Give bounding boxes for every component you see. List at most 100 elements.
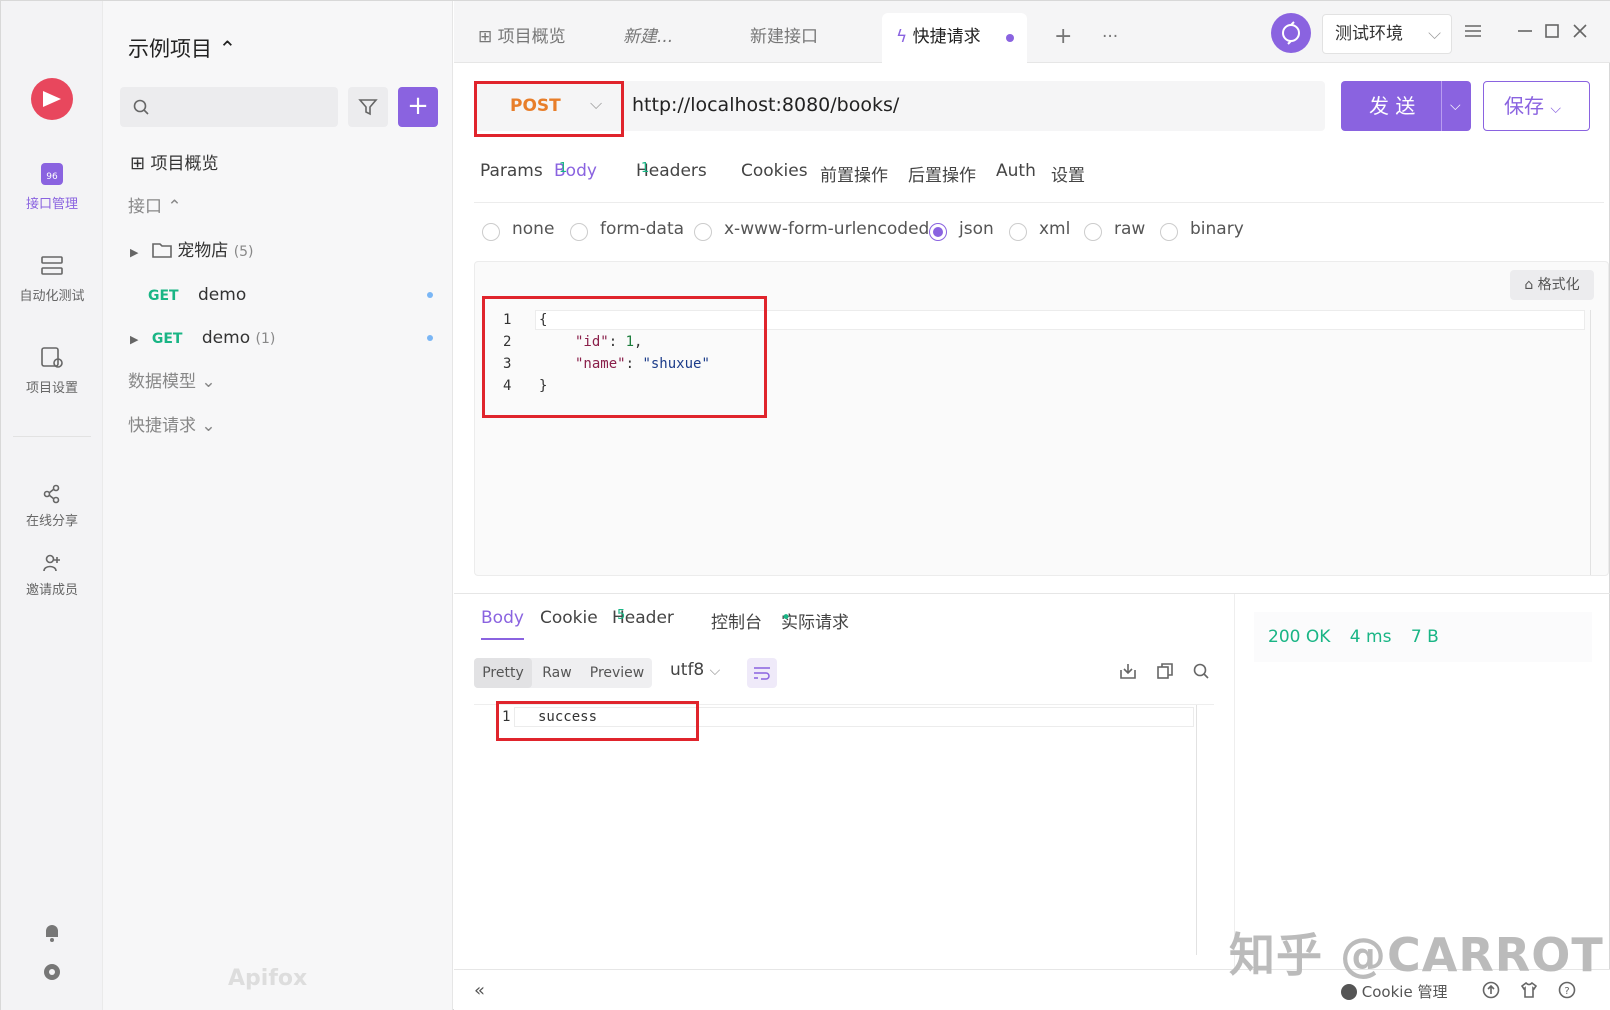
radio-none[interactable] (482, 223, 500, 241)
tree-search-input[interactable] (120, 87, 338, 127)
tree-folder[interactable]: ▶ 宠物店 (5) (103, 236, 453, 266)
radio-label: xml (1039, 219, 1071, 239)
rail-divider (13, 436, 91, 437)
radio-label: binary (1190, 219, 1244, 239)
folder-count: (5) (233, 244, 254, 260)
grid-icon: ⊞ (478, 27, 493, 47)
cookie-label: Cookie 管理 (1361, 983, 1448, 1001)
rail-item-label: 项目设置 (25, 381, 78, 396)
menu-icon[interactable] (1464, 23, 1482, 43)
chevron-down-icon[interactable]: ⌵ (1450, 81, 1461, 131)
tree-item-label: demo (201, 328, 251, 348)
main-panel: ⊞ 项目概览 新建... 新建接口 ϟ 快捷请求 + ··· 测试环境 ⌵ PO… (454, 1, 1610, 1010)
watermark: 知乎 @CARROT (1229, 928, 1604, 982)
radio-json[interactable] (929, 223, 947, 241)
rail-item-automation[interactable]: 自动化测试 (1, 253, 103, 304)
encoding-select[interactable]: utf8 ⌵ (670, 660, 720, 680)
copy-icon[interactable] (1156, 662, 1174, 684)
save-button[interactable]: 保存 ⌵ (1483, 81, 1590, 131)
tab-new[interactable]: 新建... (609, 13, 687, 63)
tree-section-api[interactable]: 接口 ⌃ (103, 192, 453, 222)
download-icon[interactable] (1119, 662, 1137, 684)
response-body-viewer[interactable]: 1 success (474, 704, 1214, 955)
project-tree-panel: 示例项目 ⌃ + ⊞ 项目概览 接口 ⌃ ▶ 宠物店 (5) GET demo … (103, 1, 453, 1010)
view-mode-toggle: Pretty Raw Preview (474, 658, 652, 688)
radio-urlencoded[interactable] (694, 223, 712, 241)
wrap-icon (754, 667, 770, 680)
rail-item-share[interactable]: 在线分享 (1, 484, 103, 529)
svg-text:96: 96 (46, 172, 58, 182)
minimize-icon[interactable] (1517, 23, 1533, 43)
method-tag: GET (148, 288, 179, 304)
project-settings-icon (39, 345, 65, 371)
tree-item-label: 项目概览 (150, 154, 219, 174)
project-switcher[interactable]: 示例项目 ⌃ (128, 33, 236, 63)
rail-item-api[interactable]: 96 接口管理 (1, 161, 103, 212)
panel-divider (1234, 594, 1235, 970)
radio-label: raw (1114, 219, 1146, 239)
wrap-toggle[interactable] (747, 658, 777, 688)
send-divider (1441, 81, 1442, 131)
search-icon[interactable] (1192, 662, 1210, 684)
gear-icon[interactable] (41, 961, 63, 987)
view-pretty[interactable]: Pretty (474, 658, 532, 688)
tab-overview[interactable]: ⊞ 项目概览 (464, 13, 580, 63)
grid-icon: ⊞ (130, 153, 146, 174)
send-label: 发 送 (1369, 94, 1416, 118)
format-button[interactable]: ⌂ 格式化 (1510, 270, 1594, 300)
tab-quick-request[interactable]: ϟ 快捷请求 (882, 13, 1027, 63)
editor-scrollbar[interactable] (1590, 310, 1608, 575)
maximize-icon[interactable] (1544, 23, 1560, 43)
response-time: 4 ms (1349, 627, 1392, 647)
filter-button[interactable] (348, 87, 388, 127)
rail-item-project-settings[interactable]: 项目设置 (1, 345, 103, 396)
filter-icon (358, 99, 378, 116)
tree-section-models[interactable]: 数据模型 ⌄ (103, 367, 453, 397)
send-button[interactable]: 发 送 ⌵ (1341, 81, 1471, 131)
tab-bar: ⊞ 项目概览 新建... 新建接口 ϟ 快捷请求 + ··· 测试环境 ⌵ (454, 1, 1610, 63)
tree-item-demo-2[interactable]: ▶ GET demo (1) (103, 323, 453, 353)
chevron-down-icon: ⌵ (1550, 101, 1561, 117)
bell-icon[interactable] (41, 921, 63, 947)
new-tab-button[interactable]: + (1040, 13, 1086, 63)
rail-item-label: 接口管理 (25, 197, 78, 212)
add-button[interactable]: + (398, 87, 438, 127)
rail-item-label: 邀请成员 (25, 583, 78, 598)
environment-select[interactable]: 测试环境 ⌵ (1322, 14, 1452, 54)
close-icon[interactable] (1572, 23, 1588, 43)
response-status-bar: 200 OK 4 ms 7 B (1254, 612, 1592, 662)
tree-section-quick[interactable]: 快捷请求 ⌄ (103, 411, 453, 441)
unsaved-dot (1006, 34, 1014, 42)
radio-xml[interactable] (1009, 223, 1027, 241)
response-scrollbar[interactable] (1196, 705, 1214, 955)
url-input[interactable]: http://localhost:8080/books/ (632, 94, 899, 116)
more-tabs-button[interactable]: ··· (1088, 13, 1132, 63)
unsaved-dot (427, 335, 433, 341)
format-icon: ⌂ (1524, 277, 1534, 293)
resp-tab-cookie[interactable]: Cookie (540, 608, 598, 628)
cookie-icon (1341, 984, 1357, 1000)
view-raw[interactable]: Raw (532, 658, 582, 688)
resp-tab-body[interactable]: Body (481, 608, 524, 640)
view-preview[interactable]: Preview (582, 658, 652, 688)
tree-item-overview[interactable]: ⊞ 项目概览 (103, 149, 453, 179)
caret-right-icon: ▶ (130, 246, 139, 259)
rail-item-label: 在线分享 (25, 514, 78, 529)
encoding-label: utf8 (670, 660, 705, 680)
rail-item-invite[interactable]: 邀请成员 (1, 553, 103, 598)
response-size: 7 B (1410, 627, 1439, 647)
side-rail: 96 接口管理 自动化测试 项目设置 在线分享 邀请成员 (1, 1, 103, 1010)
collapse-sidebar-icon[interactable]: « (474, 980, 485, 1001)
tab-new-api[interactable]: 新建接口 (736, 13, 832, 63)
invite-icon (42, 553, 62, 573)
radio-binary[interactable] (1160, 223, 1178, 241)
rail-item-label: 自动化测试 (19, 289, 85, 304)
radio-label: x-www-form-urlencoded (724, 219, 930, 239)
radio-raw[interactable] (1084, 223, 1102, 241)
status-code: 200 OK (1268, 627, 1331, 647)
radio-form-data[interactable] (570, 223, 588, 241)
resp-tab-console[interactable]: 控制台 (711, 608, 762, 633)
tree-item-demo[interactable]: GET demo (103, 280, 453, 310)
api-icon: 96 (39, 161, 65, 187)
environment-sync-icon[interactable] (1271, 13, 1311, 53)
